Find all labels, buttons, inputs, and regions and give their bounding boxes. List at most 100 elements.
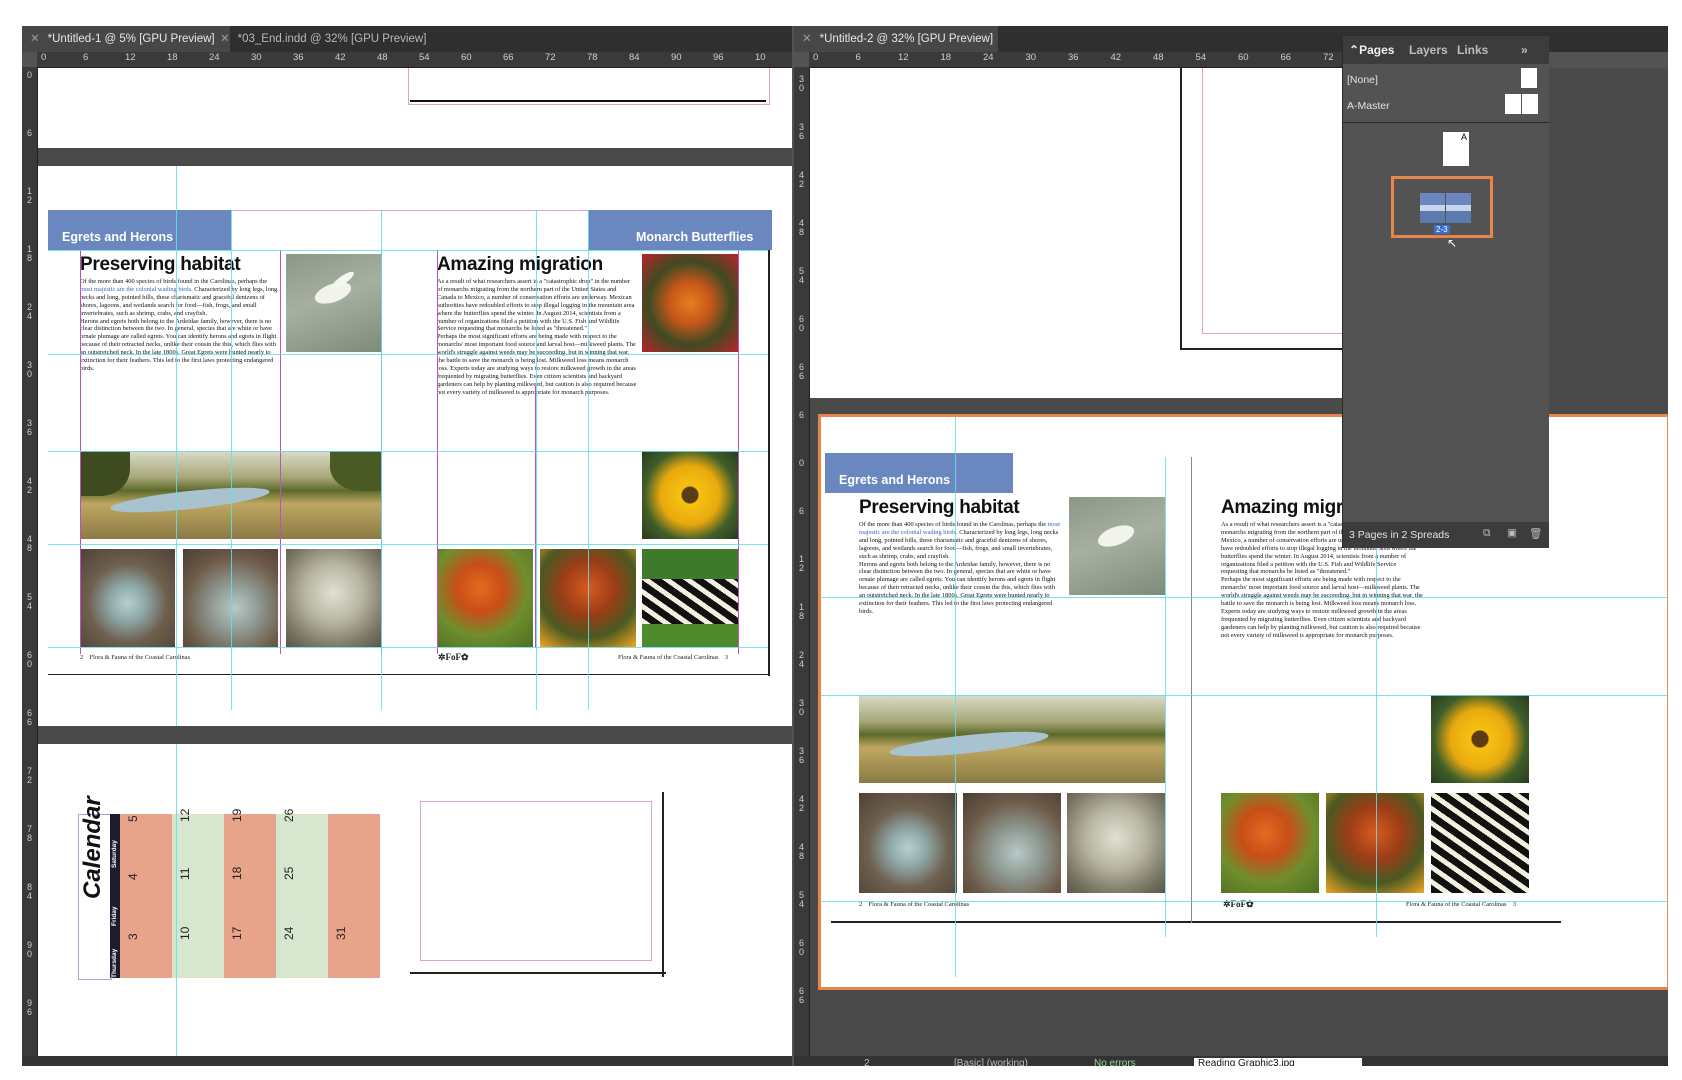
ruler-tick-label: 60 (461, 52, 472, 63)
new-page-icon[interactable]: ▣ (1507, 527, 1517, 539)
left-document-pane[interactable]: Egrets and Herons Monarch Butterflies Pr… (38, 68, 792, 1058)
ruler-tick-label: 7 2 (26, 766, 32, 785)
guide[interactable] (1165, 457, 1166, 937)
empty-frame (420, 801, 652, 961)
guide[interactable] (48, 354, 768, 355)
ruler-tick-label: 72 (545, 52, 556, 63)
zebra-longwing-image[interactable] (1431, 793, 1529, 893)
gulf-fritillary-image[interactable] (437, 549, 533, 647)
heron-nestling-image[interactable] (1067, 793, 1165, 893)
left-body-text: Of the more than 400 species of birds fo… (80, 278, 278, 372)
horizontal-ruler[interactable]: 0 6 12 18 24 30 36 42 48 54 60 66 72 78 84 90 96 10 (37, 52, 792, 68)
preflight-profile[interactable]: [Basic] (working) (954, 1056, 1028, 1066)
ruler-tick-label: 0 (798, 458, 804, 468)
page-1-thumbnail[interactable]: A (1443, 132, 1469, 166)
spread-right-edge (768, 250, 770, 676)
linked-file-field[interactable]: Reading Graphic3.jpg (1194, 1058, 1362, 1066)
guide[interactable] (381, 210, 382, 710)
close-icon[interactable]: ✕ (30, 33, 40, 45)
page-size-icon[interactable]: ⧉ (1483, 527, 1491, 540)
guide[interactable] (48, 250, 768, 251)
tab-03-end[interactable]: ✕ *03_End.indd @ 32% [GPU Preview] (212, 26, 440, 52)
master-none[interactable]: [None] (1347, 74, 1378, 86)
guide[interactable] (821, 695, 1667, 696)
spread-page[interactable]: Egrets and Herons Monarch Butterflies Pr… (38, 166, 792, 726)
spread-2-3-selection[interactable]: 2-3 (1391, 176, 1493, 238)
horizontal-ruler[interactable]: 0 6 12 18 24 30 36 42 48 54 60 66 72 (809, 52, 1364, 68)
close-icon[interactable]: ✕ (802, 33, 812, 45)
guide[interactable] (821, 901, 1667, 902)
marsh-landscape-image[interactable] (859, 695, 1165, 783)
ruler-tick-label: 6 (26, 128, 32, 138)
footer-right: Flora & Fauna of the Coastal Carolinas 3 (618, 654, 729, 661)
zebra-longwing-image[interactable] (642, 549, 738, 647)
heading-amazing-migration: Amazing migra (1221, 497, 1354, 518)
yellow-flower-image[interactable] (642, 451, 738, 539)
page-2-thumbnail[interactable] (1420, 193, 1445, 223)
heron-chick-image[interactable] (963, 793, 1061, 893)
guide[interactable] (231, 210, 232, 710)
preflight-status[interactable]: No errors (1094, 1056, 1136, 1066)
fritillary-orange-flowers-image[interactable] (1326, 793, 1424, 893)
close-icon[interactable]: ✕ (220, 33, 230, 45)
tab-label: *Untitled-1 @ 5% [GPU Preview] (47, 33, 215, 45)
ruler-tick-label: 6 6 (26, 708, 32, 727)
page-number-field[interactable]: 2 (864, 1056, 870, 1066)
heron-nestling-image[interactable] (286, 549, 381, 647)
ruler-tick-label: 4 8 (798, 218, 804, 237)
tab-untitled-2[interactable]: ✕ *Untitled-2 @ 32% [GPU Preview] (794, 26, 998, 52)
heron-eggs-image[interactable] (859, 793, 957, 893)
calendar-date: 26 (282, 808, 296, 822)
tab-untitled-1[interactable]: ✕ *Untitled-1 @ 5% [GPU Preview] (22, 26, 230, 52)
panel-menu-icon[interactable]: » (1521, 36, 1528, 64)
banner-text: Egrets and Herons (839, 473, 951, 487)
right-status-bar: 2 [Basic] (working) No errors Reading Gr… (794, 1056, 1668, 1066)
calendar-week-col (276, 814, 328, 978)
tab-pages[interactable]: ⌃Pages (1349, 36, 1394, 64)
tab-label: *Untitled-2 @ 32% [GPU Preview] (819, 33, 994, 45)
yellow-flower-image[interactable] (1431, 695, 1529, 783)
ruler-tick-label: 1 2 (26, 186, 32, 205)
banner-egrets: Egrets and Herons (48, 210, 231, 250)
ruler-tick-label: 5 4 (26, 592, 32, 611)
ruler-tick-label: 5 4 (798, 890, 804, 909)
master-none-thumbnail[interactable] (1521, 68, 1537, 88)
heron-eggs-image[interactable] (80, 549, 175, 647)
monarch-butterfly-image[interactable] (642, 254, 738, 352)
vertical-ruler[interactable]: 0 6 1 2 1 8 2 4 3 0 3 6 4 2 4 8 5 4 6 0 6 6 7 2 7 8 8 … (22, 67, 38, 1057)
guide[interactable] (176, 744, 177, 1058)
gulf-fritillary-image[interactable] (1221, 793, 1319, 893)
page-3-thumbnail[interactable] (1446, 193, 1471, 223)
master-a[interactable]: A-Master (1347, 100, 1390, 112)
egret-flying-image[interactable] (1069, 497, 1165, 595)
master-a-thumbnail[interactable] (1522, 94, 1538, 114)
ruler-tick-label: 0 (26, 70, 32, 80)
tab-layers[interactable]: Layers (1409, 36, 1448, 64)
ruler-tick-label: 0 (813, 52, 819, 63)
guide[interactable] (536, 210, 537, 710)
ruler-tick-label: 6 0 (798, 938, 804, 957)
ruler-tick-label: 0 (41, 52, 47, 63)
ruler-tick-label: 7 8 (26, 824, 32, 843)
calendar-date: 4 (126, 873, 140, 880)
calendar-date: 5 (126, 815, 140, 822)
guide[interactable] (955, 417, 956, 977)
guide[interactable] (588, 210, 589, 710)
pages-status: 3 Pages in 2 Spreads (1349, 529, 1450, 541)
footer-left: 2 Flora & Fauna of the Coastal Carolinas (80, 654, 191, 661)
master-a-thumbnail[interactable] (1505, 94, 1521, 114)
guide[interactable] (48, 451, 768, 452)
tab-links[interactable]: Links (1457, 36, 1488, 64)
ruler-tick-label: 6 (798, 506, 804, 516)
vertical-ruler[interactable]: 3 0 3 6 4 2 4 8 5 4 6 0 6 6 6 0 6 1 2 1 8 2 4 3 0 3 6 4… (794, 67, 810, 1057)
trash-icon[interactable]: 🗑 (1529, 527, 1542, 540)
ruler-tick-label: 96 (713, 52, 724, 63)
calendar-page[interactable]: Calendar Saturday Friday Thursday 5 12 19 2… (38, 744, 792, 1058)
ruler-tick-label: 6 (798, 410, 804, 420)
guide[interactable] (821, 597, 1667, 598)
guide[interactable] (48, 544, 768, 545)
guide[interactable] (48, 647, 768, 648)
egret-flying-image[interactable] (286, 254, 381, 352)
calendar-title-column: Calendar (78, 796, 112, 980)
banner-gap (231, 210, 588, 251)
